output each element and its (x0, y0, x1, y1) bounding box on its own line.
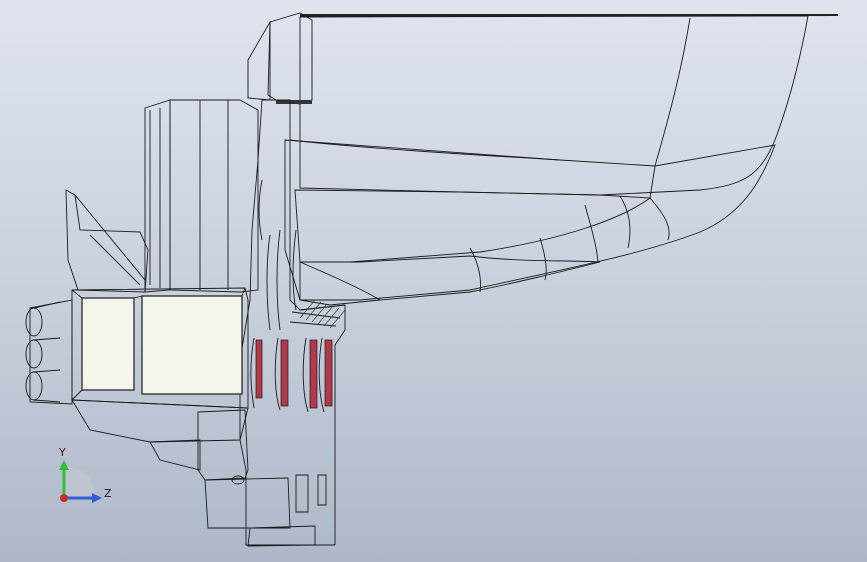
coordinate-triad[interactable]: Y Z (58, 446, 112, 503)
lower-bracket-foot (247, 525, 316, 547)
top-bracket-lip (276, 100, 312, 104)
rib-4 (258, 179, 263, 241)
pan-facet-line-6 (469, 247, 481, 293)
cad-graphics-viewport[interactable]: Y Z (0, 0, 867, 562)
boss-lines (33, 301, 61, 403)
lower-bracket-body (204, 477, 291, 529)
pan-facet-line-7 (619, 195, 631, 249)
pan-facet-line-2 (649, 165, 656, 199)
frame-strut-lines (74, 194, 146, 286)
pan-upper-face (299, 15, 809, 196)
frame-box-right (141, 295, 243, 395)
triad-y-label: Y (58, 446, 66, 459)
top-bracket-side (247, 20, 271, 101)
red-slot-2 (280, 339, 289, 407)
section-rib-3 (289, 321, 337, 327)
pan-facet-line-3 (649, 197, 670, 241)
section-cut-body[interactable] (239, 99, 346, 546)
triad-z-arrow (92, 493, 102, 503)
rib-2 (276, 229, 281, 331)
top-bracket[interactable] (247, 12, 313, 105)
triad-quarter-ring (64, 466, 96, 498)
triad-z-label: Z (104, 487, 112, 500)
rib-1 (266, 234, 271, 331)
frame-column (169, 99, 259, 293)
pan-facet-line-4 (584, 204, 599, 263)
bolt-bosses[interactable] (25, 299, 73, 405)
pan-lower-lip (299, 255, 601, 306)
rib-3 (292, 229, 297, 311)
boss-1 (25, 307, 43, 337)
top-bracket-plate (267, 12, 313, 105)
lower-slot-1 (295, 474, 309, 513)
frame-strut (65, 189, 149, 293)
triad-y-arrow (59, 460, 69, 470)
lower-slot-2 (317, 474, 327, 506)
boss-3 (25, 371, 43, 401)
red-slot-3 (309, 339, 318, 409)
left-frame[interactable] (65, 99, 259, 409)
boss-plate (29, 299, 73, 405)
lower-bracket[interactable] (197, 409, 327, 547)
pan-facet-line-9 (299, 261, 381, 301)
underside-dark (71, 399, 249, 443)
oil-pan-shell[interactable] (284, 14, 838, 306)
underside-plate (71, 399, 249, 471)
pan-sloped-face (284, 139, 776, 301)
boss-2 (25, 339, 43, 369)
underside-lower (149, 439, 201, 471)
red-slot-4 (324, 339, 333, 407)
frame-column-lines (149, 100, 229, 290)
frame-box-left (81, 297, 135, 391)
frame-column-side (144, 99, 171, 293)
triad-x-axis-dot (60, 494, 68, 502)
red-slot-1 (255, 339, 263, 399)
lower-bracket-top (197, 409, 249, 481)
pan-facet-line-1 (654, 17, 691, 167)
lower-hole (231, 475, 245, 485)
section-red-slots (250, 337, 333, 413)
cad-model-view[interactable]: Y Z (0, 0, 867, 562)
